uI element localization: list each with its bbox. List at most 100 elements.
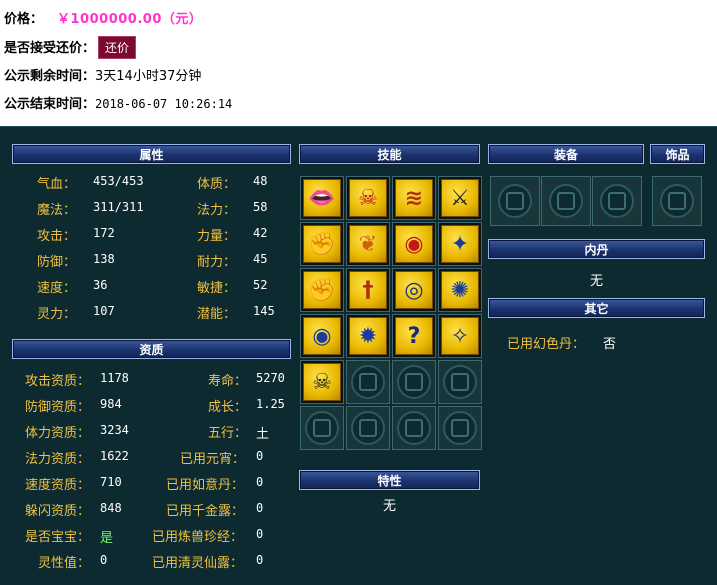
- attribute-value: 45: [253, 252, 268, 266]
- claw-slash-icon: ≋: [395, 179, 433, 217]
- aptitude-label: 体力资质：: [25, 426, 91, 441]
- empty-slot-icon: [600, 184, 634, 218]
- counter-offer-button[interactable]: 还价: [98, 36, 137, 59]
- counter-offer-row: 是否接受还价： 还价: [4, 36, 137, 59]
- skill-slot-empty: [438, 360, 482, 404]
- ornament-header: 饰品: [650, 144, 705, 164]
- wings-icon: ❦: [349, 225, 387, 263]
- skill-slot[interactable]: ✺: [438, 268, 482, 312]
- skill-slot[interactable]: ◉: [300, 314, 344, 358]
- aptitude-value: 是: [100, 531, 114, 546]
- attribute-label: 灵力：: [37, 307, 77, 322]
- attributes-header: 属性: [12, 144, 291, 164]
- skill-slot[interactable]: ⚔: [438, 176, 482, 220]
- attribute-label: 耐力：: [197, 255, 237, 270]
- skill-slot-empty: [346, 406, 390, 450]
- skill-slot[interactable]: ≋: [392, 176, 436, 220]
- skills-header: 技能: [299, 144, 480, 164]
- attribute-label: 气血：: [37, 177, 77, 192]
- eye-fire-icon: ◉: [395, 225, 433, 263]
- attribute-value: 58: [253, 200, 268, 214]
- skill-slot[interactable]: ☠: [300, 360, 344, 404]
- crossed-swords-icon: ⚔: [441, 179, 479, 217]
- aptitude-value: 848: [100, 501, 122, 515]
- aptitude-value: 0: [256, 501, 264, 515]
- sword-icon: †: [349, 271, 387, 309]
- aptitude-label: 速度资质：: [25, 478, 91, 493]
- skill-slot[interactable]: ❦: [346, 222, 390, 266]
- attribute-value: 145: [253, 304, 275, 318]
- aptitude-value: 5270: [256, 371, 285, 385]
- aptitude-label: 躲闪资质：: [25, 504, 91, 519]
- skill-slot[interactable]: ☠: [346, 176, 390, 220]
- traits-value: 无: [382, 499, 396, 514]
- skill-slot[interactable]: ◎: [392, 268, 436, 312]
- end-time-row: 公示结束时间：2018-06-07 10:26:14: [4, 93, 232, 112]
- mouth-bite-icon: 👄: [303, 179, 341, 217]
- skill-slot-empty: [300, 406, 344, 450]
- aptitude-value: 3234: [100, 423, 129, 437]
- attribute-label: 攻击：: [37, 229, 77, 244]
- traits-header: 特性: [299, 470, 480, 490]
- equipment-header: 装备: [488, 144, 644, 164]
- remaining-time-value: 3天14小时37分钟: [95, 69, 202, 84]
- aptitude-label: 攻击资质：: [25, 374, 91, 389]
- aptitude-value: 土: [256, 427, 270, 442]
- eye-swirl-icon: ◉: [303, 317, 341, 355]
- equipment-slot[interactable]: [541, 176, 591, 226]
- aptitude-label: 法力资质：: [25, 452, 91, 467]
- skill-slot[interactable]: ✊: [300, 268, 344, 312]
- aptitude-value: 0: [100, 553, 108, 567]
- attribute-value: 42: [253, 226, 268, 240]
- inner-pill-value: 无: [589, 274, 603, 289]
- end-time-value: 2018-06-07 10:26:14: [95, 97, 233, 111]
- skill-slot-empty: [392, 406, 436, 450]
- aptitude-value: 1622: [100, 449, 129, 463]
- aptitude-value: 1.25: [256, 397, 285, 411]
- skill-slot[interactable]: ?: [392, 314, 436, 358]
- aptitude-label: 寿命：: [208, 374, 248, 389]
- skill-slot[interactable]: ✊: [300, 222, 344, 266]
- attribute-value: 107: [93, 304, 115, 318]
- remaining-time-label: 公示剩余时间：: [4, 69, 96, 84]
- skill-slot[interactable]: ✹: [346, 314, 390, 358]
- skull-flame-icon: ☠: [349, 179, 387, 217]
- price-label: 价格：: [4, 12, 44, 27]
- end-time-label: 公示结束时间：: [4, 97, 96, 112]
- equipment-grid: [490, 176, 642, 226]
- skill-slot[interactable]: ✧: [438, 314, 482, 358]
- aptitude-label: 已用如意丹：: [166, 478, 245, 493]
- empty-slot-icon: [443, 411, 477, 445]
- attribute-label: 体质：: [197, 177, 237, 192]
- equipment-slot[interactable]: [592, 176, 642, 226]
- aptitude-label: 成长：: [208, 400, 248, 415]
- inner-pill-header: 内丹: [488, 239, 705, 259]
- counter-offer-label: 是否接受还价：: [4, 41, 96, 56]
- skill-slot[interactable]: ◉: [392, 222, 436, 266]
- price-value: ￥1000000.00（元）: [57, 12, 203, 27]
- empty-slot-icon: [397, 411, 431, 445]
- equipment-slot[interactable]: [490, 176, 540, 226]
- skill-slot-empty: [392, 360, 436, 404]
- attribute-value: 172: [93, 226, 115, 240]
- skill-slot[interactable]: †: [346, 268, 390, 312]
- skill-slot[interactable]: 👄: [300, 176, 344, 220]
- aptitude-value: 984: [100, 397, 122, 411]
- attribute-label: 速度：: [37, 281, 77, 296]
- sun-gear-icon: ✺: [441, 271, 479, 309]
- skeleton-icon: ☠: [303, 363, 341, 401]
- ornament-slot[interactable]: [652, 176, 702, 226]
- other-header: 其它: [488, 298, 705, 318]
- aptitude-value: 0: [256, 449, 264, 463]
- ornament-grid: [652, 176, 702, 226]
- skill-slot-empty: [346, 360, 390, 404]
- brain-question-icon: ?: [395, 317, 433, 355]
- attribute-label: 力量：: [197, 229, 237, 244]
- remaining-time-row: 公示剩余时间：3天14小时37分钟: [4, 65, 201, 84]
- aptitude-label: 已用千金露：: [166, 504, 245, 519]
- skill-slot[interactable]: ✦: [438, 222, 482, 266]
- empty-slot-icon: [549, 184, 583, 218]
- other-value: 否: [603, 337, 617, 352]
- attribute-label: 魔法：: [37, 203, 77, 218]
- skills-grid: 👄 ☠ ≋ ⚔ ✊ ❦ ◉ ✦ ✊ † ◎ ✺ ◉ ✹? ✧ ☠: [300, 176, 482, 450]
